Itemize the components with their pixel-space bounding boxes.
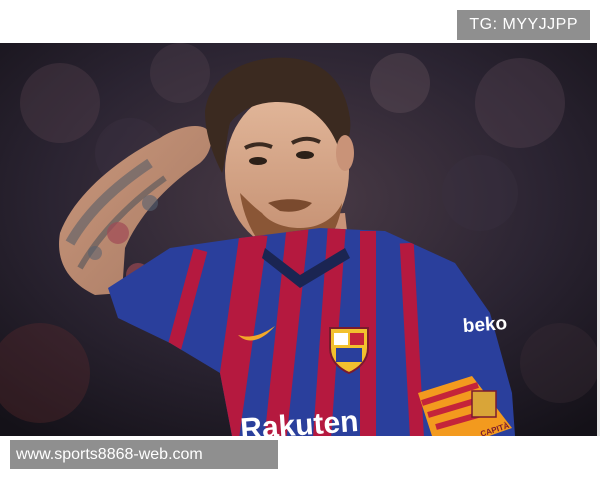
sleeve-sponsor-text: beko (462, 313, 508, 337)
telegram-watermark: TG: MYYJJPP (457, 10, 590, 40)
url-watermark: www.sports8868-web.com (10, 440, 278, 469)
player-photo: beko Rakuten CAPITÀ (0, 43, 597, 436)
